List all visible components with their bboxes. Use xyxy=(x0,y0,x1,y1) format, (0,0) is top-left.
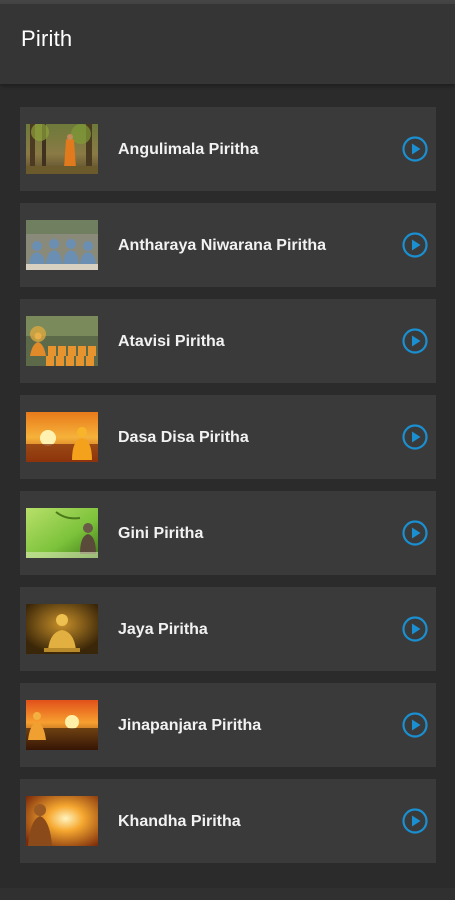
list-item[interactable]: Khandha Piritha xyxy=(20,779,436,863)
golden-buddha-thumbnail xyxy=(26,604,98,654)
app-screen: Pirith Angulimala Piritha Antharaya Niwa… xyxy=(0,0,455,900)
list-item[interactable]: Antharaya Niwarana Piritha xyxy=(20,203,436,287)
list-item-title: Gini Piritha xyxy=(118,525,204,542)
list-item-title: Khandha Piritha xyxy=(118,813,241,830)
list-item-title: Jinapanjara Piritha xyxy=(118,717,262,734)
play-circle-icon[interactable] xyxy=(402,616,428,642)
page-title: Pirith xyxy=(21,26,73,51)
sunset-buddha-thumbnail xyxy=(26,412,98,462)
play-circle-icon[interactable] xyxy=(402,232,428,258)
buddhas-row-thumbnail xyxy=(26,316,98,366)
list-item[interactable]: Angulimala Piritha xyxy=(20,107,436,191)
play-circle-icon[interactable] xyxy=(402,712,428,738)
list-item[interactable]: Jinapanjara Piritha xyxy=(20,683,436,767)
list-item-title: Atavisi Piritha xyxy=(118,333,225,350)
list-item[interactable]: Jaya Piritha xyxy=(20,587,436,671)
play-circle-icon[interactable] xyxy=(402,136,428,162)
app-bar: Pirith xyxy=(0,4,455,84)
play-circle-icon[interactable] xyxy=(402,424,428,450)
play-circle-icon[interactable] xyxy=(402,328,428,354)
list-item-title: Jaya Piritha xyxy=(118,621,208,638)
seated-statues-thumbnail xyxy=(26,220,98,270)
list-item[interactable]: Dasa Disa Piritha xyxy=(20,395,436,479)
forest-monk-thumbnail xyxy=(26,124,98,174)
list-item[interactable]: Atavisi Piritha xyxy=(20,299,436,383)
bottom-strip xyxy=(0,888,455,900)
pirith-list: Angulimala Piritha Antharaya Niwarana Pi… xyxy=(20,107,436,875)
list-item[interactable]: Gini Piritha xyxy=(20,491,436,575)
green-buddha-thumbnail xyxy=(26,508,98,558)
play-circle-icon[interactable] xyxy=(402,808,428,834)
orange-sunset-buddha-thumbnail xyxy=(26,700,98,750)
play-circle-icon[interactable] xyxy=(402,520,428,546)
list-item-title: Antharaya Niwarana Piritha xyxy=(118,237,327,254)
list-item-title: Angulimala Piritha xyxy=(118,141,259,158)
glowing-buddha-thumbnail xyxy=(26,796,98,846)
list-item-title: Dasa Disa Piritha xyxy=(118,429,249,446)
